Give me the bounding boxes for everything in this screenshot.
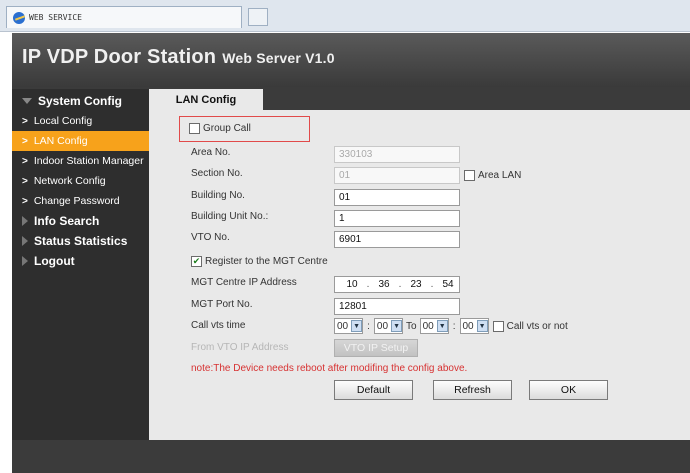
- app-title-main: IP VDP Door Station: [22, 46, 217, 68]
- vto-ip-setup-button[interactable]: VTO IP Setup: [334, 339, 418, 357]
- section-no-label: Section No.: [191, 168, 243, 179]
- call-vts-time-row: 00 ▼ : 00 ▼ To 00 ▼ : 00 ▼ Call vts or not: [334, 318, 568, 334]
- mgt-port-field[interactable]: 12801: [334, 298, 460, 315]
- group-call-checkbox[interactable]: [189, 123, 200, 134]
- browser-tab-bar: WEB SERVICE: [0, 0, 690, 32]
- building-no-label: Building No.: [191, 190, 245, 201]
- mgt-ip-label: MGT Centre IP Address: [191, 277, 297, 288]
- refresh-button[interactable]: Refresh: [433, 380, 512, 400]
- start-minute-select[interactable]: 00 ▼: [373, 318, 404, 334]
- chevron-down-icon: ▼: [476, 320, 488, 332]
- ip-octet: 23: [410, 279, 422, 290]
- default-button[interactable]: Default: [334, 380, 413, 400]
- ip-dot: .: [430, 279, 434, 290]
- chevron-right-icon: >: [22, 175, 28, 187]
- call-vts-time-label: Call vts time: [191, 320, 246, 331]
- area-lan-label: Area LAN: [478, 170, 522, 181]
- nav-group-label: System Config: [38, 94, 123, 108]
- call-vts-or-not-label: Call vts or not: [506, 320, 568, 332]
- nav-group-label: Status Statistics: [34, 234, 128, 248]
- select-value: 00: [376, 320, 389, 332]
- browser-tab-title: WEB SERVICE: [29, 13, 82, 22]
- nav-group-label: Logout: [34, 254, 75, 268]
- building-unit-no-label: Building Unit No.:: [191, 211, 269, 222]
- sidebar-item-change-password[interactable]: > Change Password: [12, 191, 149, 211]
- area-no-field[interactable]: 330103: [334, 146, 460, 163]
- mgt-ip-field[interactable]: 10 . 36 . 23 . 54: [334, 276, 460, 293]
- sidebar-item-label: Change Password: [33, 195, 120, 207]
- chevron-right-icon: >: [22, 135, 28, 147]
- call-vts-or-not-checkbox[interactable]: [492, 320, 504, 332]
- mgt-port-label: MGT Port No.: [191, 299, 253, 310]
- start-hour-select[interactable]: 00 ▼: [334, 318, 364, 334]
- expand-triangle-icon: [22, 236, 28, 246]
- browser-tab[interactable]: WEB SERVICE: [6, 6, 242, 28]
- time-separator: :: [452, 320, 456, 332]
- chevron-down-icon: ▼: [436, 320, 448, 332]
- lan-config-panel: Group Call Area No. 330103 Section No. 0…: [149, 110, 690, 440]
- area-no-label: Area No.: [191, 147, 231, 158]
- reboot-note: note:The Device needs reboot after modif…: [191, 363, 468, 374]
- sidebar: System Config > Local Config > LAN Confi…: [12, 89, 149, 473]
- chevron-right-icon: >: [22, 115, 28, 127]
- chevron-down-icon: ▼: [391, 320, 403, 332]
- nav-group-info-search[interactable]: Info Search: [12, 211, 149, 231]
- app-title-sub: Web Server V1.0: [222, 50, 335, 66]
- from-vto-ip-label: From VTO IP Address: [191, 342, 289, 353]
- app-title: IP VDP Door Station Web Server V1.0: [22, 46, 335, 69]
- ip-dot: .: [366, 279, 370, 290]
- ip-octet: 54: [442, 279, 454, 290]
- chevron-right-icon: >: [22, 195, 28, 207]
- building-unit-no-field[interactable]: 1: [334, 210, 460, 227]
- expand-triangle-icon: [22, 256, 28, 266]
- group-call-row: Group Call: [189, 123, 251, 134]
- new-tab-button[interactable]: [248, 8, 268, 26]
- register-mgt-checkbox[interactable]: ✔: [191, 256, 202, 267]
- area-lan-checkbox[interactable]: [464, 170, 475, 181]
- time-separator: :: [367, 320, 370, 332]
- sidebar-item-lan-config[interactable]: > LAN Config: [12, 131, 149, 151]
- group-call-label: Group Call: [203, 123, 251, 134]
- ip-octet: 36: [378, 279, 390, 290]
- select-value: 00: [337, 320, 349, 332]
- ip-dot: .: [398, 279, 402, 290]
- ok-button[interactable]: OK: [529, 380, 608, 400]
- sidebar-item-label: Indoor Station Manager: [33, 155, 144, 167]
- sidebar-item-label: Local Config: [33, 115, 93, 127]
- area-lan-row: Area LAN: [464, 170, 521, 181]
- nav-group-label: Info Search: [34, 214, 100, 228]
- sidebar-item-label: Network Config: [33, 175, 106, 187]
- register-mgt-label: Register to the MGT Centre: [205, 256, 328, 267]
- nav-group-logout[interactable]: Logout: [12, 251, 149, 271]
- footer-area: [12, 440, 690, 473]
- collapse-triangle-icon: [22, 98, 32, 104]
- sidebar-item-label: LAN Config: [33, 135, 88, 147]
- register-mgt-row: ✔ Register to the MGT Centre: [191, 256, 328, 267]
- nav-group-status-statistics[interactable]: Status Statistics: [12, 231, 149, 251]
- end-minute-select[interactable]: 00 ▼: [459, 318, 489, 334]
- expand-triangle-icon: [22, 216, 28, 226]
- ip-octet: 10: [346, 279, 358, 290]
- select-value: 00: [422, 320, 434, 332]
- building-no-field[interactable]: 01: [334, 189, 460, 206]
- chevron-right-icon: >: [22, 155, 28, 167]
- select-value: 00: [462, 320, 474, 332]
- app-window: IP VDP Door Station Web Server V1.0 Syste…: [12, 33, 690, 473]
- tab-lan-config[interactable]: LAN Config: [149, 89, 263, 111]
- chevron-down-icon: ▼: [351, 320, 363, 332]
- sidebar-item-local-config[interactable]: > Local Config: [12, 111, 149, 131]
- end-hour-select[interactable]: 00 ▼: [419, 318, 449, 334]
- nav-group-system-config[interactable]: System Config: [12, 91, 149, 111]
- sidebar-item-indoor-station-manager[interactable]: > Indoor Station Manager: [12, 151, 149, 171]
- sidebar-item-network-config[interactable]: > Network Config: [12, 171, 149, 191]
- vto-no-label: VTO No.: [191, 232, 230, 243]
- ie-icon: [13, 11, 25, 24]
- vto-no-field[interactable]: 6901: [334, 231, 460, 248]
- app-header: IP VDP Door Station Web Server V1.0: [12, 33, 690, 87]
- to-label: To: [406, 320, 417, 332]
- section-no-field[interactable]: 01: [334, 167, 460, 184]
